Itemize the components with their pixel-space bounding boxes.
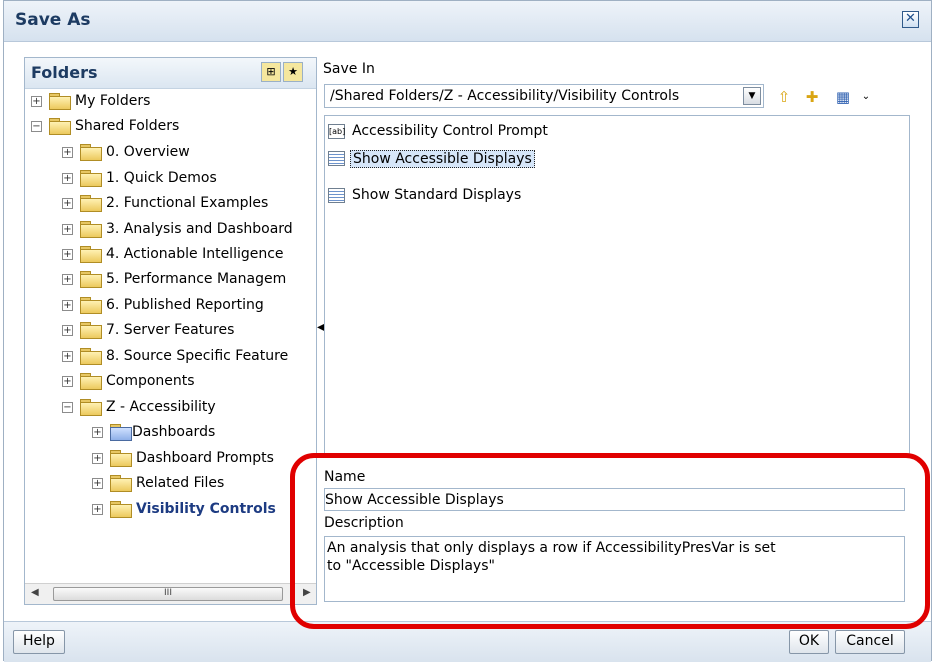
horizontal-scrollbar[interactable]: ◀ III ▶ — [25, 583, 316, 604]
folder-icon — [80, 144, 102, 161]
dashboard-folder-icon — [110, 424, 132, 441]
folder-icon — [80, 348, 102, 365]
tree-item-label-selected: Visibility Controls — [136, 501, 276, 517]
folder-icon — [110, 475, 132, 492]
tree-item-label: Dashboard Prompts — [136, 450, 274, 466]
cancel-button[interactable]: Cancel — [835, 630, 905, 654]
expand-icon[interactable]: + — [62, 325, 73, 336]
file-label: Show Accessible Displays — [350, 150, 535, 168]
expand-icon[interactable]: + — [62, 198, 73, 209]
save-in-label: Save In — [323, 61, 375, 77]
description-line: An analysis that only displays a row if … — [327, 540, 776, 556]
expand-icon[interactable]: + — [62, 147, 73, 158]
expand-icon[interactable]: + — [92, 504, 103, 515]
analysis-icon — [328, 188, 345, 203]
save-as-dialog: Save As ✕ Folders ⊞ ★ + My Folders − Sha… — [3, 0, 932, 662]
description-line: to "Accessible Displays" — [327, 558, 495, 574]
expand-icon[interactable]: + — [62, 173, 73, 184]
folder-tree: + My Folders − Shared Folders + 0. Overv… — [25, 90, 316, 584]
file-list: [ab] Accessibility Control Prompt Show A… — [324, 115, 910, 457]
folder-icon — [110, 501, 132, 518]
tree-item-label: 4. Actionable Intelligence — [106, 246, 284, 262]
tree-item-label: Components — [106, 373, 195, 389]
ok-button[interactable]: OK — [789, 630, 829, 654]
save-in-path-select[interactable]: /Shared Folders/Z - Accessibility/Visibi… — [324, 84, 764, 108]
folder-icon — [80, 246, 102, 263]
tree-item-label: 7. Server Features — [106, 322, 235, 338]
scroll-left-icon[interactable]: ◀ — [31, 587, 39, 598]
name-label: Name — [324, 469, 366, 485]
tree-item-label: 2. Functional Examples — [106, 195, 269, 211]
up-folder-icon[interactable]: ⇧ — [773, 87, 795, 107]
folder-icon — [110, 450, 132, 467]
expand-icon[interactable]: + — [31, 96, 42, 107]
expand-icon[interactable]: + — [92, 453, 103, 464]
scrollbar-thumb[interactable]: III — [53, 587, 283, 601]
collapse-icon[interactable]: − — [62, 402, 73, 413]
collapse-icon[interactable]: − — [31, 121, 42, 132]
open-folder-icon — [80, 399, 102, 416]
open-folder-icon — [49, 118, 71, 135]
tree-item-label: 8. Source Specific Feature — [106, 348, 289, 364]
chevron-down-icon[interactable]: ▼ — [743, 87, 761, 105]
folders-panel: Folders ⊞ ★ + My Folders − Shared Folder… — [24, 57, 317, 605]
tree-item-label: Shared Folders — [75, 118, 180, 134]
expand-icon[interactable]: + — [92, 427, 103, 438]
dialog-titlebar: Save As ✕ — [4, 1, 931, 42]
tree-item-label: My Folders — [75, 93, 151, 109]
view-mode-dropdown-icon[interactable]: ⌄ — [855, 87, 877, 107]
expand-icon[interactable]: + — [92, 478, 103, 489]
tree-item-label: Dashboards — [132, 424, 216, 440]
folders-header: Folders ⊞ ★ — [25, 58, 316, 89]
tree-item-label: 5. Performance Managem — [106, 271, 287, 287]
folder-icon — [49, 93, 71, 110]
favorites-folder-icon[interactable]: ★ — [283, 62, 303, 82]
tree-item-label: 3. Analysis and Dashboard — [106, 221, 293, 237]
tree-item-label: Related Files — [136, 475, 225, 491]
tree-item-label: 0. Overview — [106, 144, 190, 160]
expand-icon[interactable]: + — [62, 300, 73, 311]
expand-icon[interactable]: + — [62, 249, 73, 260]
prompt-icon: [ab] — [328, 124, 345, 139]
description-field[interactable]: An analysis that only displays a row if … — [324, 536, 905, 602]
tree-view-icon[interactable]: ⊞ — [261, 62, 281, 82]
file-label: Show Standard Displays — [352, 187, 522, 203]
tree-item-label: Z - Accessibility — [106, 399, 216, 415]
expand-icon[interactable]: + — [62, 376, 73, 387]
dialog-title: Save As — [15, 10, 91, 30]
folder-icon — [80, 195, 102, 212]
help-button[interactable]: Help — [13, 630, 65, 654]
tree-item-label: 1. Quick Demos — [106, 170, 217, 186]
dialog-footer: Help OK Cancel — [4, 621, 931, 662]
new-folder-icon[interactable]: ✚ — [801, 87, 823, 107]
save-in-path: /Shared Folders/Z - Accessibility/Visibi… — [330, 88, 680, 104]
folder-icon — [80, 373, 102, 390]
folder-icon — [80, 271, 102, 288]
expand-icon[interactable]: + — [62, 274, 73, 285]
folder-icon — [80, 170, 102, 187]
expand-icon[interactable]: + — [62, 351, 73, 362]
folder-icon — [80, 221, 102, 238]
scroll-right-icon[interactable]: ▶ — [303, 587, 311, 598]
view-mode-icon[interactable]: ▦ — [832, 87, 854, 107]
analysis-icon — [328, 151, 345, 166]
expand-icon[interactable]: + — [62, 224, 73, 235]
folder-icon — [80, 297, 102, 314]
folder-icon — [80, 322, 102, 339]
close-icon[interactable]: ✕ — [902, 11, 919, 28]
file-label: Accessibility Control Prompt — [352, 123, 548, 139]
name-field[interactable]: Show Accessible Displays — [324, 488, 905, 511]
description-label: Description — [324, 515, 404, 531]
folders-title: Folders — [31, 63, 98, 82]
tree-item-label: 6. Published Reporting — [106, 297, 264, 313]
